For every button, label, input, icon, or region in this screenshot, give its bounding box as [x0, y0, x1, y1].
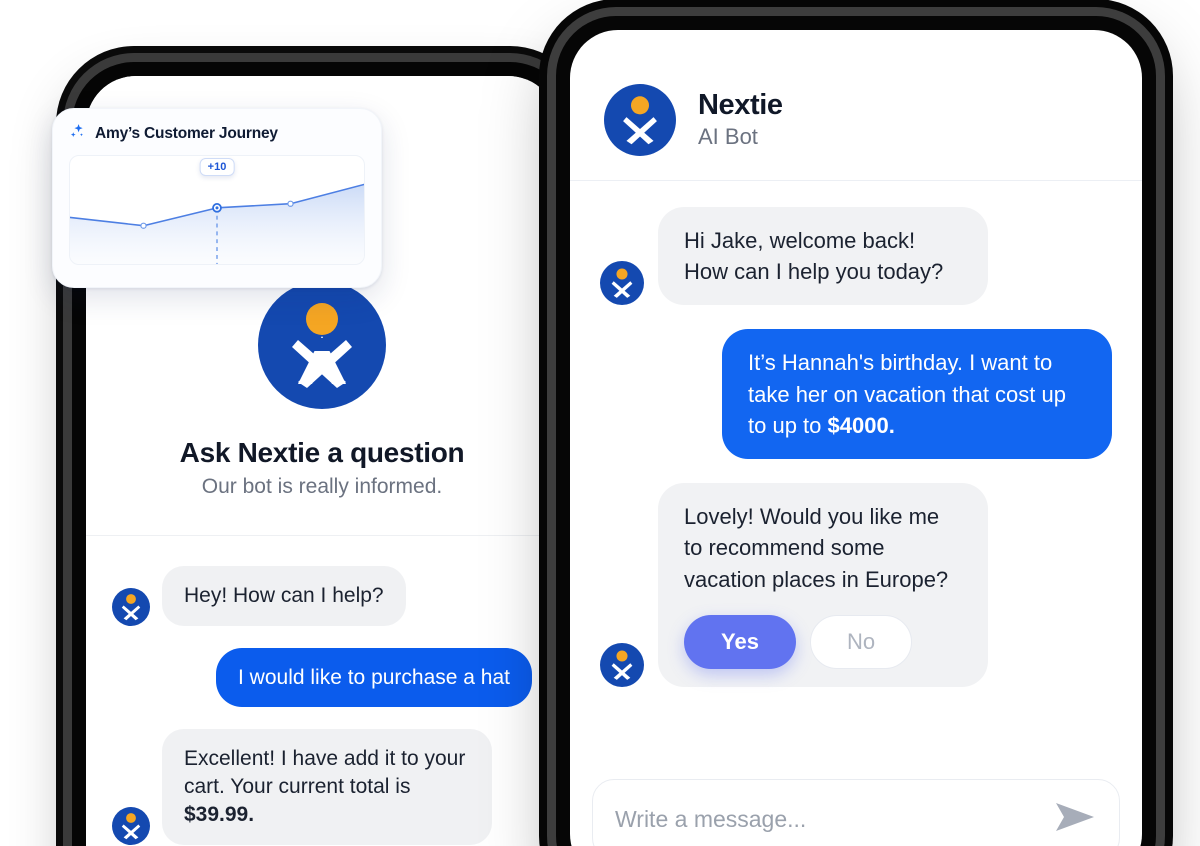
- message-amount: $4000.: [827, 412, 895, 438]
- message-text: Excellent! I have add it to your cart. Y…: [184, 747, 466, 799]
- message-row-user: It’s Hannah's birthday. I want to take h…: [600, 329, 1112, 460]
- message-bubble: I would like to purchase a hat: [216, 647, 532, 708]
- no-button[interactable]: No: [809, 614, 913, 669]
- journey-line-chart: +10: [69, 155, 365, 265]
- quick-reply-actions: Yes No: [684, 614, 962, 669]
- left-message-thread: Hey! How can I help? I would like to pur…: [86, 538, 558, 846]
- message-amount: $39.99.: [184, 802, 255, 826]
- chart-point: [287, 200, 294, 207]
- chat-message-thread: Hi Jake, welcome back! How can I help yo…: [570, 181, 1142, 769]
- message-input[interactable]: [615, 806, 1041, 833]
- message-text: Lovely! Would you like me to recommend s…: [684, 504, 949, 592]
- bot-name: Nextie: [698, 89, 783, 122]
- screenshot-stage: Ask Nextie a question Our bot is really …: [0, 0, 1200, 846]
- nextie-logo-icon: [600, 261, 644, 306]
- message-row-bot: Excellent! I have add it to your cart. Y…: [112, 729, 532, 845]
- right-phone-device: Nextie AI Bot Hi Jake, welcome back! How…: [556, 16, 1156, 846]
- nextie-logo-icon: [600, 642, 644, 687]
- message-row-bot: Hi Jake, welcome back! How can I help yo…: [600, 207, 1112, 306]
- yes-button[interactable]: Yes: [684, 614, 796, 669]
- message-bubble: Excellent! I have add it to your cart. Y…: [162, 729, 492, 845]
- chart-point: [140, 222, 147, 229]
- card-title: Amy’s Customer Journey: [95, 125, 278, 142]
- message-text: It’s Hannah's birthday. I want to take h…: [748, 350, 1066, 438]
- nextie-logo-icon: [112, 806, 150, 845]
- bot-role: AI Bot: [698, 124, 758, 150]
- sparkle-icon: [69, 123, 86, 145]
- nextie-logo-icon: [604, 84, 676, 156]
- message-row-bot: Lovely! Would you like me to recommend s…: [600, 483, 1112, 687]
- chart-tooltip: +10: [199, 158, 235, 176]
- message-composer: [570, 769, 1142, 846]
- customer-journey-card: Amy’s Customer Journey +10: [52, 108, 382, 288]
- message-row-bot: Hey! How can I help?: [112, 566, 532, 626]
- message-bubble: Hey! How can I help?: [162, 566, 406, 626]
- message-bubble: Hi Jake, welcome back! How can I help yo…: [658, 207, 988, 306]
- page-title: Ask Nextie a question: [179, 437, 465, 468]
- nextie-logo-icon: [258, 281, 386, 409]
- message-row-user: I would like to purchase a hat: [112, 647, 532, 708]
- right-phone-screen: Nextie AI Bot Hi Jake, welcome back! How…: [570, 30, 1142, 846]
- send-arrow-icon[interactable]: [1053, 800, 1097, 839]
- nextie-logo-icon: [112, 587, 150, 626]
- chat-header-text: Nextie AI Bot: [698, 90, 783, 149]
- page-subtitle: Our bot is really informed.: [201, 475, 443, 498]
- card-header: Amy’s Customer Journey: [69, 123, 365, 145]
- chat-header: Nextie AI Bot: [570, 30, 1142, 181]
- message-bubble-with-actions: Lovely! Would you like me to recommend s…: [658, 483, 988, 687]
- composer-box[interactable]: [592, 779, 1120, 846]
- message-bubble: It’s Hannah's birthday. I want to take h…: [722, 329, 1112, 460]
